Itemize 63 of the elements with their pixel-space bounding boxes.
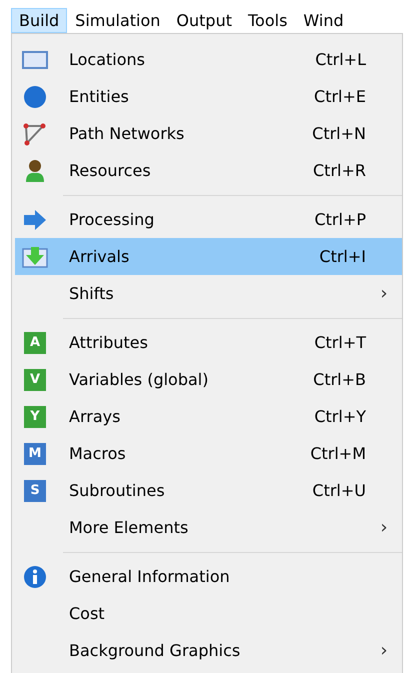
shortcut-text: Ctrl+U: [312, 481, 366, 500]
menu-item-label: General Information: [68, 567, 231, 586]
menu-item[interactable]: Background Graphics ›: [15, 632, 402, 669]
menu-item-label: Variables (global): [68, 370, 210, 389]
menu-item[interactable]: Y Arrays Ctrl+Y: [15, 398, 402, 435]
arrow-down-icon: [22, 246, 48, 268]
shortcut-text: Ctrl+R: [313, 161, 366, 180]
shortcut-text: Ctrl+T: [314, 333, 366, 352]
shortcut-text: Ctrl+M: [310, 444, 366, 463]
shortcut-text: Ctrl+B: [313, 370, 366, 389]
submenu-arrow: ›: [379, 283, 389, 304]
letter-icon: A: [24, 332, 46, 354]
menu-item-label: Cost: [68, 604, 106, 623]
letter-icon: S: [24, 480, 46, 502]
menu-item[interactable]: Processing Ctrl+P: [15, 201, 402, 238]
menu-bar-item[interactable]: Output: [168, 8, 240, 33]
menu-bar-item[interactable]: Wind: [295, 8, 352, 33]
menu-item-label: Processing: [68, 210, 156, 229]
rectangle-icon: [22, 50, 48, 70]
shortcut-text: Ctrl+I: [319, 247, 366, 266]
shortcut-text: Ctrl+E: [314, 87, 366, 106]
menu-item[interactable]: Path Networks Ctrl+N: [15, 115, 402, 152]
menu-item[interactable]: Cost: [15, 595, 402, 632]
menu-item-label: Background Graphics: [68, 641, 242, 660]
menu-bar-item[interactable]: Simulation: [67, 8, 168, 33]
menu-item-label: Path Networks: [68, 124, 186, 143]
menu-item-label: Macros: [68, 444, 127, 463]
menu-item[interactable]: General Information: [15, 558, 402, 595]
submenu-arrow: ›: [379, 640, 389, 661]
menu-item-label: Subroutines: [68, 481, 166, 500]
menu-item-label: Locations: [68, 50, 146, 69]
menu-item[interactable]: M Macros Ctrl+M: [15, 435, 402, 472]
shortcut-text: Ctrl+P: [314, 210, 366, 229]
info-icon: [23, 564, 47, 588]
menu-item[interactable]: Arrivals Ctrl+I: [15, 238, 402, 275]
path-network-icon: [23, 122, 47, 146]
menu-item-label: Attributes: [68, 333, 149, 352]
letter-icon: V: [24, 368, 46, 390]
person-icon: [24, 158, 46, 182]
shortcut-text: Ctrl+N: [312, 124, 366, 143]
arrow-right-icon: [22, 208, 48, 230]
menu-item-label: Arrivals: [68, 247, 130, 266]
menu-bar-item[interactable]: Build: [11, 8, 68, 33]
menu-item-label: More Elements: [68, 518, 190, 537]
menu-item[interactable]: More Elements ›: [15, 509, 402, 546]
menu-item-label: Shifts: [68, 284, 115, 303]
menu-item[interactable]: A Attributes Ctrl+T: [15, 324, 402, 361]
menu-item-label: Resources: [68, 161, 152, 180]
submenu-arrow: ›: [379, 517, 389, 538]
ball-icon: [23, 84, 47, 108]
menu-item[interactable]: V Variables (global) Ctrl+B: [15, 361, 402, 398]
menu-item[interactable]: Entities Ctrl+E: [15, 78, 402, 115]
menu-item[interactable]: S Subroutines Ctrl+U: [15, 472, 402, 509]
letter-icon: Y: [24, 406, 46, 428]
menu-item-label: Entities: [68, 87, 130, 106]
menu-bar-item[interactable]: Tools: [240, 8, 296, 33]
shortcut-text: Ctrl+Y: [314, 407, 366, 426]
menu-item[interactable]: Shifts ›: [15, 275, 402, 312]
menu-item[interactable]: Locations Ctrl+L: [15, 41, 402, 78]
menu-item-label: Arrays: [68, 407, 122, 426]
shortcut-text: Ctrl+L: [315, 50, 366, 69]
letter-icon: M: [24, 442, 46, 464]
menu-item[interactable]: Resources Ctrl+R: [15, 152, 402, 189]
